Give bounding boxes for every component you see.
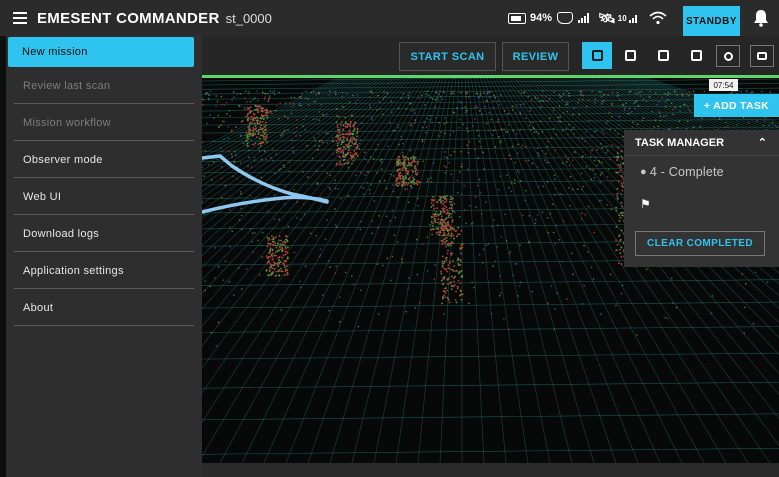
scan-toolbar: START SCAN REVIEW [202,36,779,78]
recenter-icon[interactable] [716,45,740,67]
task-status: 4 - Complete [649,165,724,179]
start-scan-button[interactable]: START SCAN [399,42,496,71]
perspective-view-icon[interactable] [582,42,612,69]
sidebar-item-observer-mode[interactable]: Observer mode [14,142,194,178]
task-manager-header[interactable]: TASK MANAGER ⌃ [624,130,779,156]
task-status-row: ● 4 - Complete [624,156,779,188]
battery-icon [508,12,526,24]
location-pin-icon: ● [640,166,647,178]
task-manager-title: TASK MANAGER [635,136,725,149]
satellite-signal-icon [628,13,637,23]
sidebar-item-new-mission[interactable]: New mission [8,37,194,67]
review-button[interactable]: REVIEW [502,42,569,71]
chevron-up-icon[interactable]: ⌃ [758,136,767,149]
top-view-icon[interactable] [681,42,711,69]
controller-status [557,0,589,36]
sidebar-item-review-last-scan: Review last scan [14,68,194,104]
satellite-icon: 🛰 [598,9,616,26]
add-task-button[interactable]: + ADD TASK [694,94,779,117]
wifi-icon [649,0,667,36]
elapsed-time: 07:54 [709,79,738,91]
sidebar-item-application-settings[interactable]: Application settings [14,253,194,289]
controller-icon [557,12,573,24]
sidebar-item-web-ui[interactable]: Web UI [14,179,194,215]
bottom-strip [202,463,779,477]
satellite-status: 🛰 10 [598,0,637,36]
bell-icon[interactable] [753,9,769,27]
signal-bars-icon [578,13,589,23]
chat-icon[interactable] [750,45,774,67]
menu-icon[interactable] [13,12,27,24]
sidebar-item-about[interactable]: About [14,290,194,326]
side-view-icon[interactable] [648,42,678,69]
task-manager-panel: TASK MANAGER ⌃ ● 4 - Complete ⚑ CLEAR CO… [624,130,779,267]
app-title: EMESENT COMMANDER [37,9,220,27]
battery-level: 94% [530,12,553,24]
task-flag-row: ⚑ [624,188,779,220]
sidebar-menu: New mission Review last scan Mission wor… [6,36,202,477]
clear-completed-button[interactable]: CLEAR COMPLETED [635,231,765,256]
scan-id: st_0000 [225,10,272,26]
flag-icon: ⚑ [640,197,651,211]
sidebar-item-mission-workflow: Mission workflow [14,105,194,141]
front-view-icon[interactable] [615,42,645,69]
sidebar-item-download-logs[interactable]: Download logs [14,216,194,252]
mode-badge[interactable]: STANDBY [683,6,740,36]
battery-status: 94% [508,0,552,36]
satellite-count: 10 [617,13,627,23]
